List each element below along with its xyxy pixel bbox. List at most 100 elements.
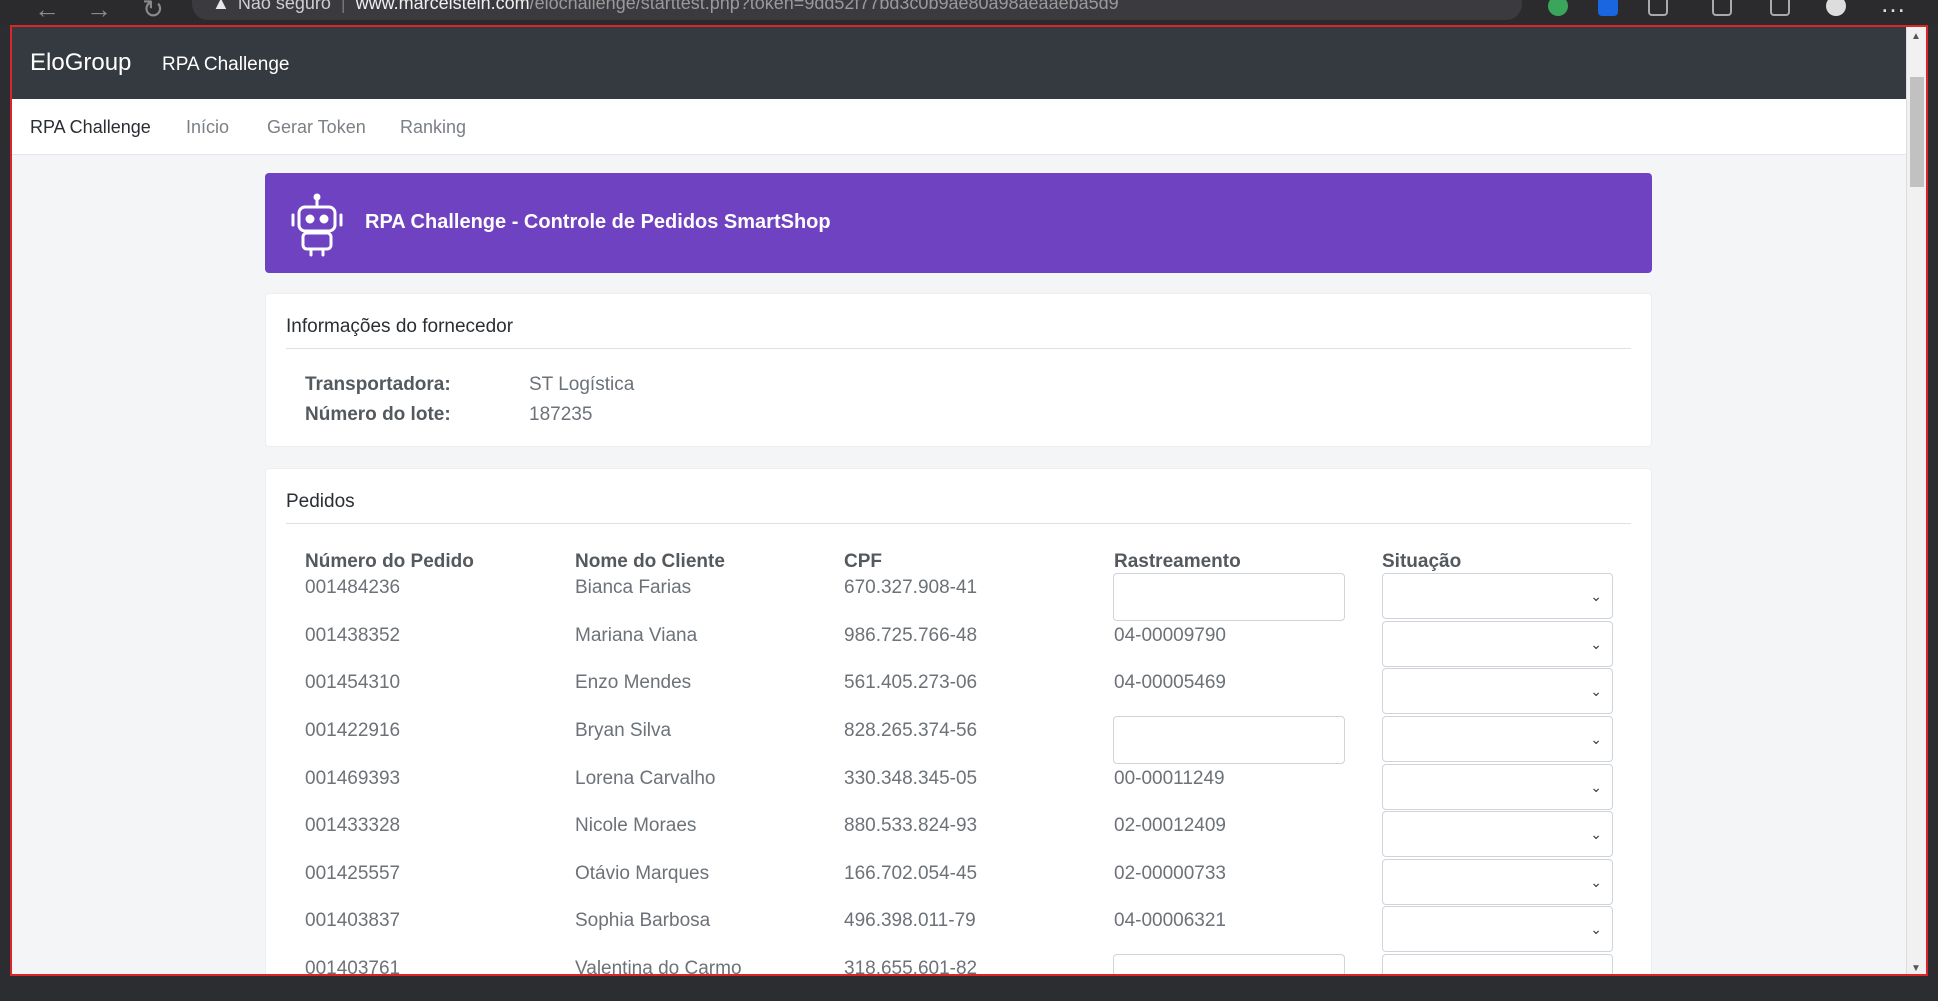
refresh-icon[interactable]: ↻ — [142, 0, 164, 25]
order-number-cell: 001469393 — [305, 768, 401, 789]
chevron-down-icon: ⌄ — [1590, 779, 1602, 795]
table-row: 001438352 Mariana Viana 986.725.766-48 04-0… — [266, 621, 1653, 669]
header-order-number: Número do Pedido — [305, 551, 474, 572]
challenge-banner: RPA Challenge - Controle de Pedidos Smar… — [265, 173, 1652, 273]
chevron-down-icon: ⌄ — [1590, 874, 1602, 890]
table-row: 001454310 Enzo Mendes 561.405.273-06 04-000… — [266, 668, 1653, 716]
client-name-cell: Enzo Mendes — [575, 672, 692, 693]
divider — [286, 523, 1631, 524]
chevron-down-icon: ⌄ — [1590, 588, 1602, 604]
cpf-cell: 670.327.908-41 — [844, 577, 978, 598]
order-number-cell: 001403837 — [305, 910, 401, 931]
status-select[interactable]: ⌄ — [1382, 668, 1613, 714]
back-arrow-icon[interactable]: ← — [34, 0, 60, 25]
status-select[interactable]: ⌄ — [1382, 573, 1613, 619]
collections-icon[interactable] — [1770, 0, 1790, 16]
tracking-cell: 04-00009790 — [1114, 625, 1226, 646]
scroll-up-icon[interactable]: ▲ — [1911, 31, 1921, 42]
nav-rpa-challenge[interactable]: RPA Challenge — [30, 117, 151, 138]
vertical-scrollbar[interactable]: ▲ ▼ — [1906, 27, 1926, 974]
tracking-cell: 02-00012409 — [1114, 815, 1226, 836]
navbar-title[interactable]: RPA Challenge — [162, 54, 289, 76]
table-row: 001422916 Bryan Silva 828.265.374-56 ⌄ — [266, 716, 1653, 764]
cpf-cell: 166.702.054-45 — [844, 863, 978, 884]
order-number-cell: 001422916 — [305, 720, 401, 741]
table-row: 001403761 Valentina do Carmo 318.655.601-8… — [266, 954, 1653, 976]
tracking-input[interactable] — [1113, 954, 1345, 974]
header-tracking: Rastreamento — [1114, 551, 1241, 572]
scrollbar-thumb[interactable] — [1910, 77, 1924, 187]
client-name-cell: Otávio Marques — [575, 863, 710, 884]
extension-shield-icon[interactable] — [1548, 0, 1568, 16]
top-navbar: EloGroup RPA Challenge — [12, 27, 1910, 99]
chevron-down-icon: ⌄ — [1590, 969, 1602, 974]
cpf-cell: 330.348.345-05 — [844, 768, 978, 789]
robot-icon — [291, 193, 343, 257]
extension-icon[interactable] — [1598, 0, 1618, 16]
chevron-down-icon: ⌄ — [1590, 731, 1602, 747]
warning-icon: ▲ — [212, 0, 230, 13]
client-name-cell: Nicole Moraes — [575, 815, 697, 836]
brand-logo[interactable]: EloGroup — [30, 49, 131, 77]
page-viewport: EloGroup RPA Challenge RPA Challenge Iní… — [10, 25, 1928, 976]
order-number-cell: 001433328 — [305, 815, 401, 836]
tracking-cell: 04-00006321 — [1114, 910, 1226, 931]
nav-gerar-token[interactable]: Gerar Token — [267, 117, 366, 138]
status-select[interactable]: ⌄ — [1382, 764, 1613, 810]
sub-navigation: RPA Challenge Início Gerar Token Ranking — [12, 99, 1910, 155]
supplier-card-title: Informações do fornecedor — [286, 316, 514, 337]
favorites-icon[interactable] — [1712, 0, 1732, 16]
more-menu-icon[interactable]: … — [1880, 0, 1906, 19]
tracking-input[interactable] — [1113, 573, 1345, 621]
order-number-cell: 001484236 — [305, 577, 401, 598]
nav-inicio[interactable]: Início — [186, 117, 229, 138]
tracking-input[interactable] — [1113, 716, 1345, 764]
header-cpf: CPF — [844, 551, 882, 572]
status-select[interactable]: ⌄ — [1382, 906, 1613, 952]
table-row: 001403837 Sophia Barbosa 496.398.011-79 04-… — [266, 906, 1653, 954]
header-status: Situação — [1382, 551, 1462, 572]
status-select[interactable]: ⌄ — [1382, 954, 1613, 974]
order-number-cell: 001403761 — [305, 958, 401, 976]
address-bar[interactable]: ▲ Não seguro | www.marcelstein.com/elochall… — [192, 0, 1522, 20]
batch-label: Número do lote: — [305, 404, 451, 425]
chevron-down-icon: ⌄ — [1590, 636, 1602, 652]
cpf-cell: 828.265.374-56 — [844, 720, 978, 741]
nav-ranking[interactable]: Ranking — [400, 117, 466, 138]
cpf-cell: 561.405.273-06 — [844, 672, 978, 693]
chevron-down-icon: ⌄ — [1590, 826, 1602, 842]
puzzle-icon[interactable] — [1648, 0, 1668, 16]
banner-title: RPA Challenge - Controle de Pedidos Smar… — [365, 211, 831, 233]
carrier-label: Transportadora: — [305, 374, 451, 395]
carrier-value: ST Logística — [529, 374, 635, 395]
browser-toolbar: ← → ↻ ▲ Não seguro | www.marcelstein.com/el… — [0, 0, 1938, 25]
supplier-card: Informações do fornecedor Transportadora… — [265, 293, 1652, 447]
status-select[interactable]: ⌄ — [1382, 716, 1613, 762]
cpf-cell: 986.725.766-48 — [844, 625, 978, 646]
scroll-down-icon[interactable]: ▼ — [1911, 963, 1921, 974]
client-name-cell: Bryan Silva — [575, 720, 672, 741]
profile-avatar[interactable] — [1826, 0, 1846, 16]
client-name-cell: Mariana Viana — [575, 625, 698, 646]
orders-card-title: Pedidos — [286, 491, 355, 512]
cpf-cell: 496.398.011-79 — [844, 910, 976, 931]
status-select[interactable]: ⌄ — [1382, 859, 1613, 905]
cpf-cell: 318.655.601-82 — [844, 958, 978, 976]
order-number-cell: 001454310 — [305, 672, 401, 693]
cpf-cell: 880.533.824-93 — [844, 815, 978, 836]
divider — [286, 348, 1631, 349]
client-name-cell: Lorena Carvalho — [575, 768, 716, 789]
tracking-cell: 04-00005469 — [1114, 672, 1226, 693]
table-row: 001469393 Lorena Carvalho 330.348.345-05 00… — [266, 764, 1653, 812]
chevron-down-icon: ⌄ — [1590, 683, 1602, 699]
security-label: Não seguro — [237, 0, 331, 13]
status-select[interactable]: ⌄ — [1382, 811, 1613, 857]
batch-value: 187235 — [529, 404, 593, 425]
status-select[interactable]: ⌄ — [1382, 621, 1613, 667]
table-row: 001425557 Otávio Marques 166.702.054-45 02-… — [266, 859, 1653, 907]
order-number-cell: 001425557 — [305, 863, 401, 884]
forward-arrow-icon[interactable]: → — [86, 0, 112, 25]
client-name-cell: Bianca Farias — [575, 577, 692, 598]
url-host: www.marcelstein.com — [355, 0, 530, 13]
orders-card: Pedidos Número do Pedido Nome do Cliente… — [265, 468, 1653, 976]
